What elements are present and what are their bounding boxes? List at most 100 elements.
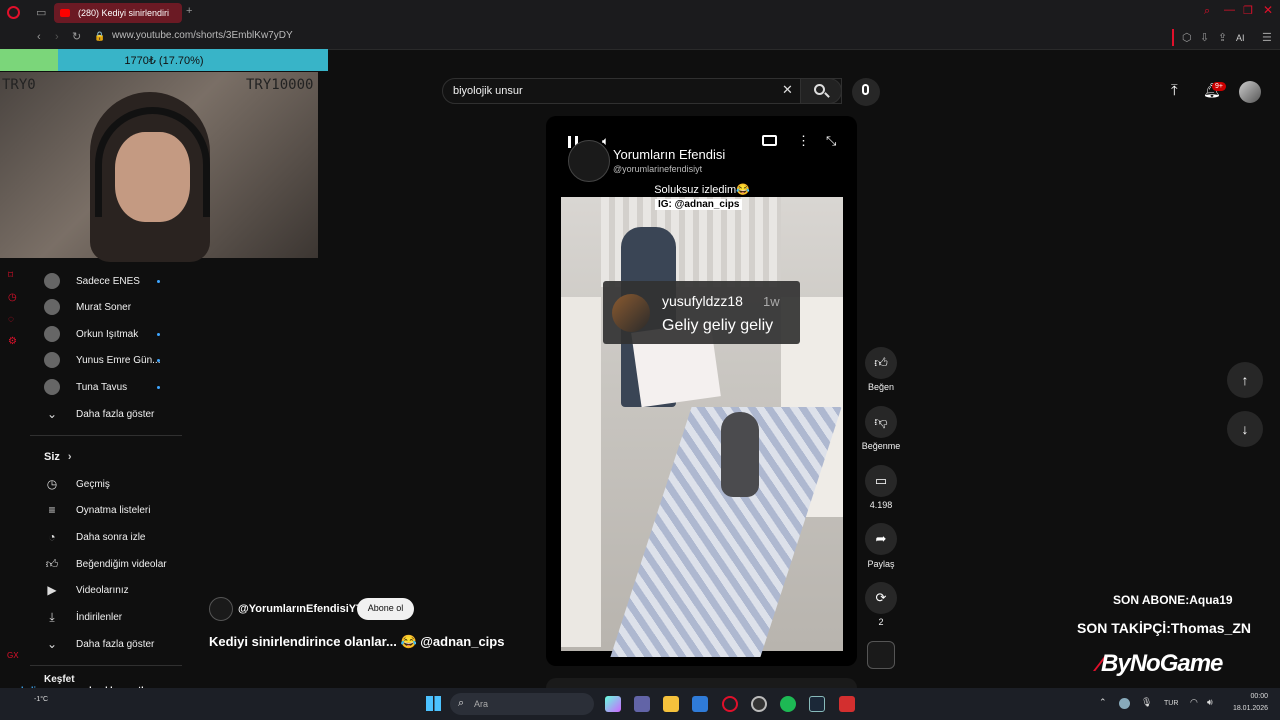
settings-icon[interactable]: ⚙: [8, 336, 17, 347]
short-title[interactable]: Kediyi sinirlendirince olanlar... 😂 @adn…: [209, 634, 504, 650]
browser-tab-active[interactable]: (280) Kediyi sinirlendiri: [54, 3, 182, 23]
subscription-label: Sadece ENES: [76, 275, 140, 287]
subscribe-button[interactable]: Abone ol: [357, 598, 414, 620]
extensions-icon[interactable]: ⬡: [1182, 31, 1192, 44]
share-button[interactable]: ➦: [865, 523, 897, 555]
ai-button[interactable]: AI: [1236, 33, 1245, 43]
share-icon[interactable]: ⇪: [1218, 31, 1227, 44]
channel-avatar-icon: [44, 352, 60, 368]
copilot-icon[interactable]: [605, 696, 621, 712]
captions-icon[interactable]: [762, 135, 777, 146]
new-tab-icon[interactable]: +: [186, 5, 192, 17]
sidebar-you-item[interactable]: ⤓ İndirilenler: [44, 604, 122, 630]
sidebar-subscription[interactable]: Murat Soner: [44, 294, 131, 320]
bookmark-icon[interactable]: ⌑: [8, 270, 13, 281]
teams-icon[interactable]: [634, 696, 650, 712]
language-indicator[interactable]: TUR: [1164, 700, 1178, 707]
tray-app-icon[interactable]: [1119, 698, 1130, 709]
download-icon[interactable]: ⇩: [1200, 31, 1209, 44]
tray-chevron-icon[interactable]: ⌃: [1099, 697, 1107, 708]
caption-top: Soluksuz izledim😂: [654, 184, 750, 196]
voice-search-button[interactable]: [852, 78, 880, 106]
wifi-icon[interactable]: ◠: [1190, 697, 1198, 708]
show-more-subscriptions[interactable]: ⌄ Daha fazla göster: [44, 401, 154, 427]
video-icon: ▶: [47, 583, 57, 597]
you-heading-label: Siz: [44, 451, 60, 463]
opera-gx-icon[interactable]: [722, 696, 738, 712]
sidebar-item-label: Beğendiğim videolar: [76, 558, 167, 570]
messenger-icon[interactable]: ◌: [8, 314, 14, 325]
show-more-you[interactable]: ⌄ Daha fazla göster: [44, 631, 154, 657]
sidebar-subscription[interactable]: Yunus Emre Gün...: [44, 347, 161, 373]
like-button[interactable]: 👍︎: [865, 347, 897, 379]
next-short-button[interactable]: ↓: [1227, 411, 1263, 447]
reload-icon[interactable]: ↻: [72, 30, 81, 43]
upload-icon[interactable]: ⤒: [1171, 82, 1178, 99]
comments-button[interactable]: ▭: [865, 465, 897, 497]
sidebar-you-item[interactable]: 👍︎ Beğendiğim videolar: [44, 551, 167, 577]
like-icon: 👍︎: [45, 556, 59, 571]
search-input-value: biyolojik unsur: [453, 85, 523, 97]
app-red-icon[interactable]: [839, 696, 855, 712]
sidebar-you-item[interactable]: ▶ Videolarınız: [44, 577, 128, 603]
channel-avatar[interactable]: [568, 140, 610, 182]
forward-icon[interactable]: ›: [55, 31, 59, 43]
spotify-icon[interactable]: [780, 696, 796, 712]
history-sidebar-icon[interactable]: ◷: [8, 292, 17, 303]
clear-search-icon[interactable]: ✕: [782, 82, 793, 98]
chevron-down-icon: ⌄: [46, 637, 58, 651]
sidebar-you-item[interactable]: ≡ Oynatma listeleri: [44, 497, 150, 523]
url-field[interactable]: www.youtube.com/shorts/3EmblKw7yDY: [112, 30, 293, 41]
channel-name-overlay: Yorumların Efendisi: [613, 147, 726, 162]
file-explorer-icon[interactable]: [663, 696, 679, 712]
maximize-icon[interactable]: ❐: [1243, 4, 1253, 17]
sidebar-subscription[interactable]: Tuna Tavus: [44, 374, 160, 400]
opera-icon[interactable]: [7, 6, 20, 19]
comment-age: 1w: [763, 294, 780, 309]
previous-short-button[interactable]: ↑: [1227, 362, 1263, 398]
minimize-icon[interactable]: —: [1224, 4, 1235, 16]
tab-manager-icon[interactable]: ▭: [36, 6, 46, 19]
todo-icon[interactable]: [692, 696, 708, 712]
owner-avatar[interactable]: [209, 597, 233, 621]
channel-handle-overlay: @yorumlarinefendisiyt: [613, 164, 703, 174]
clock-time[interactable]: 00:00: [1230, 693, 1268, 700]
more-options-icon[interactable]: ⋮: [797, 133, 810, 149]
comments-count: 4.198: [869, 500, 893, 510]
search-button[interactable]: [800, 78, 842, 104]
share-label: Paylaş: [867, 559, 895, 569]
clock-date[interactable]: 18.01.2026: [1226, 705, 1268, 712]
tray-mic-icon[interactable]: 🎙︎: [1141, 697, 1152, 708]
back-icon[interactable]: ‹: [37, 31, 41, 43]
menu-icon[interactable]: ☰: [1262, 31, 1272, 44]
thumbs-down-icon: 👎︎: [874, 414, 888, 429]
arrow-up-icon: ↑: [1241, 372, 1249, 388]
browser-tab-bar: ▭ (280) Kediyi sinirlendiri + ⌕ — ❐ ✕: [0, 0, 1280, 26]
gx-icon[interactable]: GX: [7, 651, 19, 660]
sidebar-subscription[interactable]: Orkun Işıtmak: [44, 321, 160, 347]
account-avatar[interactable]: [1239, 81, 1261, 103]
remix-button[interactable]: ⟳: [865, 582, 897, 614]
owner-handle[interactable]: @YorumlarınEfendisiYT: [238, 603, 363, 615]
sidebar-explore-heading[interactable]: Keşfet: [44, 672, 75, 686]
channel-avatar-icon: [44, 379, 60, 395]
sidebar-you-item[interactable]: ◔ Daha sonra izle: [44, 524, 145, 550]
obs-icon[interactable]: [751, 696, 767, 712]
notification-badge: 9+: [1212, 82, 1226, 91]
video-frame[interactable]: [561, 197, 843, 657]
address-divider: [1172, 29, 1174, 46]
sidebar-you-heading[interactable]: Siz ›: [44, 444, 72, 470]
share-arrow-icon: ➦: [875, 531, 887, 546]
fullscreen-icon[interactable]: ⤡: [826, 133, 836, 149]
dislike-button[interactable]: 👎︎: [865, 406, 897, 438]
sidebar-you-item[interactable]: ◷ Geçmiş: [44, 471, 110, 497]
windows-start-icon[interactable]: [426, 696, 441, 711]
speaker-icon[interactable]: 🔊︎: [1207, 697, 1213, 708]
microphone-icon: [862, 84, 869, 95]
steam-icon[interactable]: [809, 696, 825, 712]
sidebar-subscription[interactable]: Sadece ENES: [44, 268, 160, 294]
search-tabs-icon[interactable]: ⌕: [1204, 5, 1210, 18]
sound-source-avatar[interactable]: [867, 641, 895, 669]
close-window-icon[interactable]: ✕: [1263, 3, 1273, 17]
taskbar-search[interactable]: ⌕ Ara: [450, 693, 594, 715]
